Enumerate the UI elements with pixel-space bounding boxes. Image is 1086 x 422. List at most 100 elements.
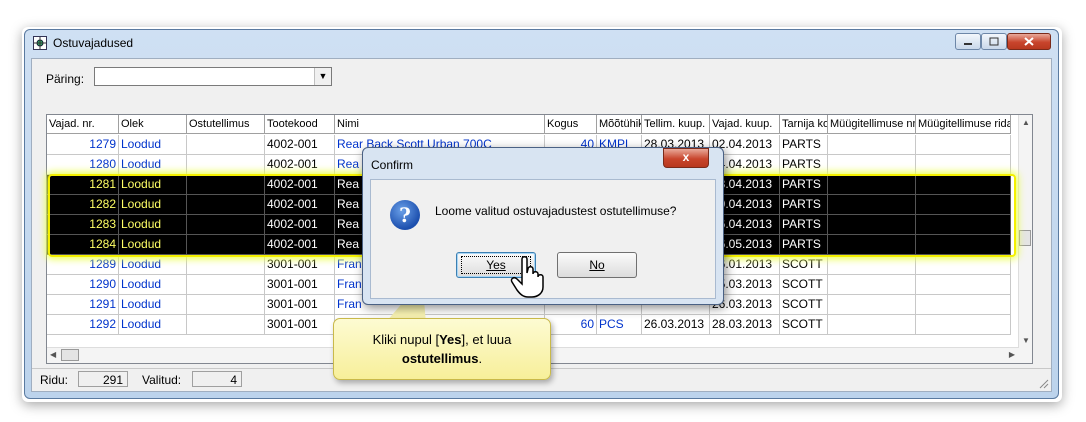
table-cell-sales-nr[interactable] <box>828 155 916 175</box>
table-cell-status[interactable]: Loodud <box>119 215 187 235</box>
table-cell-status[interactable]: Loodud <box>119 235 187 255</box>
table-cell-status[interactable]: Loodud <box>119 155 187 175</box>
table-cell-sales-row[interactable] <box>916 315 1011 335</box>
table-cell-code[interactable]: 4002-001 <box>265 135 335 155</box>
table-cell-order[interactable] <box>187 275 265 295</box>
table-cell-sales-nr[interactable] <box>828 175 916 195</box>
table-cell-need-date[interactable]: 28.03.2013 <box>710 315 780 335</box>
column-header[interactable]: Tellim. kuup. <box>642 115 710 134</box>
minimize-button[interactable] <box>955 33 981 50</box>
table-cell-order[interactable] <box>187 175 265 195</box>
table-cell-nr[interactable]: 1284 <box>47 235 119 255</box>
table-cell-nr[interactable]: 1289 <box>47 255 119 275</box>
column-header[interactable]: Tootekood <box>265 115 335 134</box>
table-cell-qty[interactable]: 60 <box>545 315 597 335</box>
vertical-scrollbar[interactable]: ▲ ▼ <box>1018 115 1032 363</box>
table-cell-order[interactable] <box>187 215 265 235</box>
table-cell-sales-nr[interactable] <box>828 195 916 215</box>
column-header[interactable]: Müügitellimuse rida <box>916 115 1011 134</box>
table-cell-supplier[interactable]: PARTS <box>780 135 828 155</box>
column-header[interactable]: Vajad. kuup. <box>710 115 780 134</box>
table-cell-code[interactable]: 4002-001 <box>265 235 335 255</box>
table-cell-supplier[interactable]: SCOTT <box>780 255 828 275</box>
table-cell-sales-row[interactable] <box>916 175 1011 195</box>
table-cell-code[interactable]: 4002-001 <box>265 215 335 235</box>
table-cell-sales-row[interactable] <box>916 295 1011 315</box>
table-cell-unit[interactable]: PCS <box>597 315 642 335</box>
table-cell-nr[interactable]: 1291 <box>47 295 119 315</box>
column-header[interactable]: Müügitellimuse nr. <box>828 115 916 134</box>
table-cell-sales-row[interactable] <box>916 255 1011 275</box>
table-cell-nr[interactable]: 1279 <box>47 135 119 155</box>
maximize-button[interactable] <box>981 33 1007 50</box>
horizontal-scroll-thumb[interactable] <box>61 349 79 361</box>
scroll-left-icon[interactable]: ◀ <box>50 350 56 359</box>
table-cell-sales-nr[interactable] <box>828 235 916 255</box>
table-cell-sales-nr[interactable] <box>828 275 916 295</box>
column-header[interactable]: Ostutellimus <box>187 115 265 134</box>
table-cell-code[interactable]: 3001-001 <box>265 255 335 275</box>
column-header[interactable]: Olek <box>119 115 187 134</box>
table-cell-supplier[interactable]: PARTS <box>780 235 828 255</box>
table-cell-nr[interactable]: 1281 <box>47 175 119 195</box>
table-cell-status[interactable]: Loodud <box>119 295 187 315</box>
table-cell-order-date[interactable]: 26.03.2013 <box>642 315 710 335</box>
table-cell-status[interactable]: Loodud <box>119 135 187 155</box>
table-cell-nr[interactable]: 1280 <box>47 155 119 175</box>
table-cell-sales-row[interactable] <box>916 155 1011 175</box>
table-cell-code[interactable]: 4002-001 <box>265 195 335 215</box>
table-cell-order[interactable] <box>187 315 265 335</box>
table-cell-sales-nr[interactable] <box>828 315 916 335</box>
resize-grip-icon[interactable] <box>1037 377 1049 389</box>
table-cell-status[interactable]: Loodud <box>119 195 187 215</box>
table-cell-order[interactable] <box>187 255 265 275</box>
column-header[interactable]: Tarnija kood <box>780 115 828 134</box>
vertical-scroll-thumb[interactable] <box>1019 230 1031 246</box>
table-cell-code[interactable]: 3001-001 <box>265 275 335 295</box>
table-cell-code[interactable]: 4002-001 <box>265 175 335 195</box>
title-bar[interactable]: Ostuvajadused <box>25 30 1058 56</box>
table-cell-status[interactable]: Loodud <box>119 315 187 335</box>
table-cell-nr[interactable]: 1290 <box>47 275 119 295</box>
dialog-close-button[interactable]: x <box>663 148 709 168</box>
column-header[interactable]: Kogus <box>545 115 597 134</box>
table-cell-sales-row[interactable] <box>916 215 1011 235</box>
table-cell-supplier[interactable]: SCOTT <box>780 315 828 335</box>
chevron-down-icon[interactable]: ▼ <box>314 68 331 85</box>
scroll-down-icon[interactable]: ▼ <box>1022 336 1030 345</box>
table-cell-supplier[interactable]: SCOTT <box>780 295 828 315</box>
table-cell-order[interactable] <box>187 295 265 315</box>
table-cell-sales-row[interactable] <box>916 195 1011 215</box>
table-cell-nr[interactable]: 1283 <box>47 215 119 235</box>
table-cell-supplier[interactable]: PARTS <box>780 175 828 195</box>
table-cell-sales-row[interactable] <box>916 275 1011 295</box>
table-cell-sales-nr[interactable] <box>828 215 916 235</box>
table-cell-status[interactable]: Loodud <box>119 275 187 295</box>
table-cell-supplier[interactable]: PARTS <box>780 215 828 235</box>
no-button[interactable]: No <box>557 252 637 278</box>
query-select[interactable]: ▼ <box>94 67 332 86</box>
table-cell-sales-nr[interactable] <box>828 295 916 315</box>
column-header[interactable]: Nimi <box>335 115 545 134</box>
table-cell-supplier[interactable]: SCOTT <box>780 275 828 295</box>
table-cell-code[interactable]: 3001-001 <box>265 295 335 315</box>
table-cell-status[interactable]: Loodud <box>119 255 187 275</box>
table-cell-code[interactable]: 4002-001 <box>265 155 335 175</box>
close-button[interactable] <box>1007 33 1051 50</box>
table-cell-nr[interactable]: 1282 <box>47 195 119 215</box>
table-cell-sales-row[interactable] <box>916 135 1011 155</box>
table-cell-order[interactable] <box>187 235 265 255</box>
column-header[interactable]: Mõõtühik <box>597 115 642 134</box>
table-cell-order[interactable] <box>187 155 265 175</box>
scroll-right-icon[interactable]: ▶ <box>1009 350 1015 359</box>
table-cell-status[interactable]: Loodud <box>119 175 187 195</box>
table-cell-order[interactable] <box>187 195 265 215</box>
table-cell-order[interactable] <box>187 135 265 155</box>
column-header[interactable]: Vajad. nr. <box>47 115 119 134</box>
table-cell-sales-nr[interactable] <box>828 135 916 155</box>
table-cell-sales-row[interactable] <box>916 235 1011 255</box>
table-cell-nr[interactable]: 1292 <box>47 315 119 335</box>
scroll-up-icon[interactable]: ▲ <box>1022 118 1030 127</box>
table-cell-supplier[interactable]: PARTS <box>780 155 828 175</box>
table-cell-supplier[interactable]: PARTS <box>780 195 828 215</box>
